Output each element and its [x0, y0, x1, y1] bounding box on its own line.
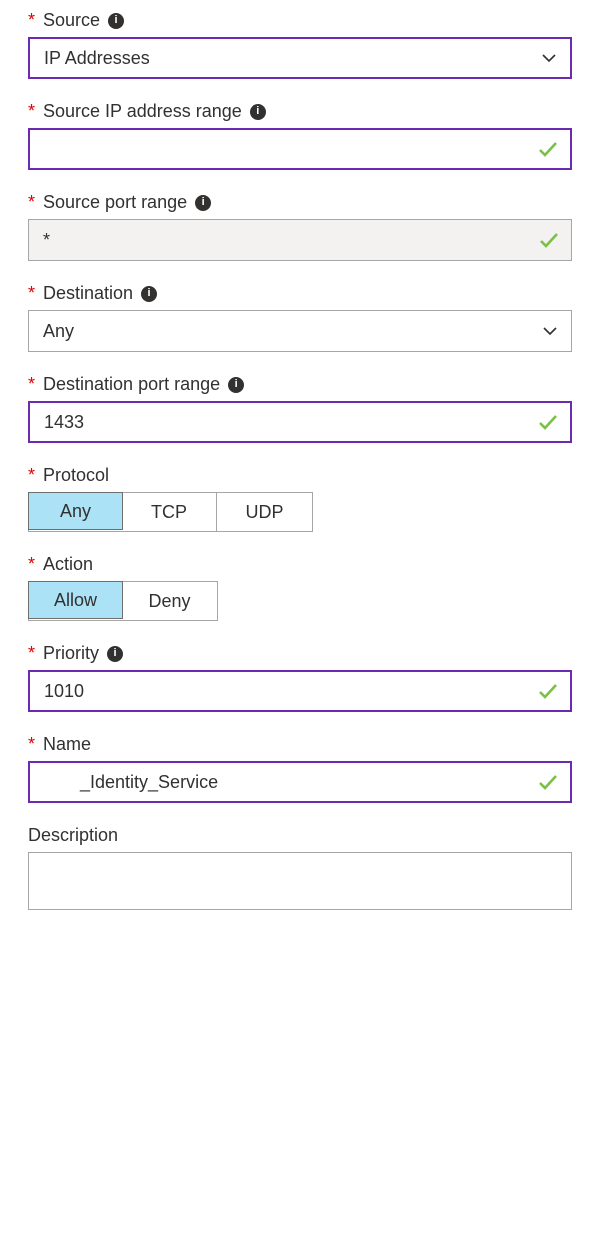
field-name: * Name _Identity_Service: [28, 734, 572, 803]
check-icon: [536, 137, 560, 161]
info-icon[interactable]: [141, 286, 157, 302]
name-input[interactable]: _Identity_Service: [28, 761, 572, 803]
required-star: *: [28, 192, 35, 213]
label-text: Destination: [43, 283, 133, 304]
required-star: *: [28, 374, 35, 395]
label-destination-port: * Destination port range: [28, 374, 572, 395]
label-source-ip: * Source IP address range: [28, 101, 572, 122]
chevron-down-icon: [541, 322, 559, 340]
field-action: * Action Allow Deny: [28, 554, 572, 621]
field-source-ip: * Source IP address range: [28, 101, 572, 170]
label-protocol: * Protocol: [28, 465, 572, 486]
protocol-toggle: Any TCP UDP: [28, 492, 313, 532]
check-icon: [536, 770, 560, 794]
destination-port-input[interactable]: 1433: [28, 401, 572, 443]
check-icon: [536, 410, 560, 434]
label-text: Protocol: [43, 465, 109, 486]
label-text: Source: [43, 10, 100, 31]
field-destination-port: * Destination port range 1433: [28, 374, 572, 443]
priority-input[interactable]: 1010: [28, 670, 572, 712]
required-star: *: [28, 554, 35, 575]
required-star: *: [28, 643, 35, 664]
source-port-value: *: [43, 230, 50, 251]
label-source-port: * Source port range: [28, 192, 572, 213]
label-text: Destination port range: [43, 374, 220, 395]
label-text: Action: [43, 554, 93, 575]
field-destination: * Destination Any: [28, 283, 572, 352]
required-star: *: [28, 10, 35, 31]
name-value: _Identity_Service: [80, 772, 218, 793]
label-text: Description: [28, 825, 118, 846]
action-toggle: Allow Deny: [28, 581, 218, 621]
destination-select[interactable]: Any: [28, 310, 572, 352]
priority-value: 1010: [44, 681, 84, 702]
label-text: Source port range: [43, 192, 187, 213]
label-action: * Action: [28, 554, 572, 575]
field-source: * Source IP Addresses: [28, 10, 572, 79]
info-icon[interactable]: [107, 646, 123, 662]
check-icon: [537, 228, 561, 252]
action-allow-button[interactable]: Allow: [28, 581, 123, 619]
label-description: Description: [28, 825, 572, 846]
label-source: * Source: [28, 10, 572, 31]
source-value: IP Addresses: [44, 48, 150, 69]
field-source-port: * Source port range *: [28, 192, 572, 261]
protocol-udp-button[interactable]: UDP: [217, 493, 312, 531]
label-priority: * Priority: [28, 643, 572, 664]
label-text: Source IP address range: [43, 101, 242, 122]
required-star: *: [28, 734, 35, 755]
source-ip-input[interactable]: [28, 128, 572, 170]
destination-port-value: 1433: [44, 412, 84, 433]
action-deny-button[interactable]: Deny: [122, 582, 217, 620]
label-name: * Name: [28, 734, 572, 755]
info-icon[interactable]: [195, 195, 211, 211]
chevron-down-icon: [540, 49, 558, 67]
source-select[interactable]: IP Addresses: [28, 37, 572, 79]
field-priority: * Priority 1010: [28, 643, 572, 712]
label-text: Name: [43, 734, 91, 755]
required-star: *: [28, 283, 35, 304]
field-protocol: * Protocol Any TCP UDP: [28, 465, 572, 532]
protocol-tcp-button[interactable]: TCP: [122, 493, 217, 531]
info-icon[interactable]: [250, 104, 266, 120]
required-star: *: [28, 465, 35, 486]
destination-value: Any: [43, 321, 74, 342]
required-star: *: [28, 101, 35, 122]
protocol-any-button[interactable]: Any: [28, 492, 123, 530]
description-input[interactable]: [28, 852, 572, 910]
info-icon[interactable]: [228, 377, 244, 393]
field-description: Description: [28, 825, 572, 915]
source-port-input[interactable]: *: [28, 219, 572, 261]
label-text: Priority: [43, 643, 99, 664]
check-icon: [536, 679, 560, 703]
label-destination: * Destination: [28, 283, 572, 304]
info-icon[interactable]: [108, 13, 124, 29]
